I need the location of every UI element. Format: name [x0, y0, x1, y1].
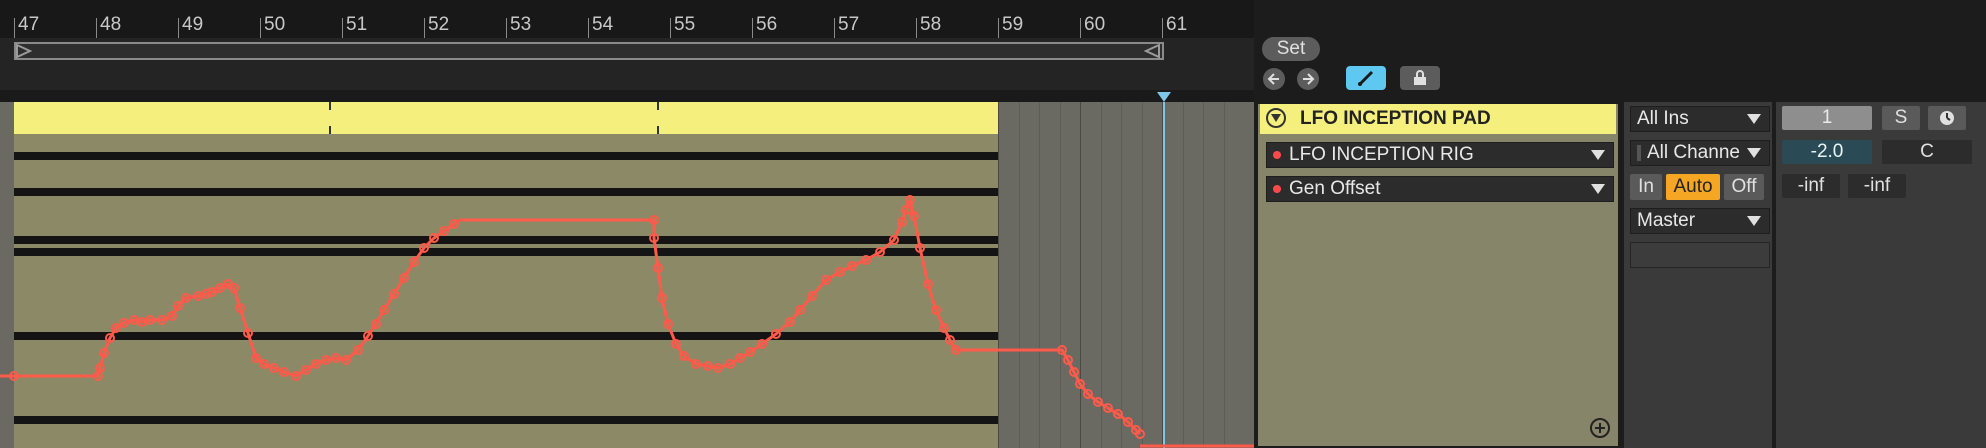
ruler-bar-number: 61: [1166, 14, 1188, 35]
automation-envelope[interactable]: [0, 102, 1254, 448]
ruler-tick: [506, 18, 507, 38]
ruler-bar-number: 57: [838, 14, 860, 35]
arrow-left-icon: [1267, 73, 1279, 85]
automation-dot-icon: [1273, 185, 1281, 193]
peak-left-display[interactable]: -inf: [1782, 174, 1840, 198]
pan-field[interactable]: C: [1882, 140, 1972, 164]
track-title-bar[interactable]: LFO INCEPTION PAD: [1260, 104, 1616, 134]
ruler-bar-number: 50: [264, 14, 286, 35]
volume-field[interactable]: -2.0: [1782, 140, 1872, 164]
ruler-bar-number: 53: [510, 14, 532, 35]
end-marker-icon[interactable]: [1157, 92, 1171, 102]
ruler-tick: [916, 18, 917, 38]
input-type-chooser[interactable]: All Ins: [1630, 106, 1770, 132]
arm-button[interactable]: [1928, 106, 1966, 130]
draw-mode-button[interactable]: [1346, 66, 1386, 90]
chevron-down-icon: [1747, 148, 1761, 158]
ruler-bar-number: 47: [18, 14, 40, 35]
arrow-right-icon: [1303, 73, 1315, 85]
loop-brace-icon: [16, 43, 1160, 59]
lock-icon: [1414, 70, 1426, 85]
ruler-bar-number: 55: [674, 14, 696, 35]
ruler-tick: [96, 18, 97, 38]
add-automation-lane-button[interactable]: [1590, 418, 1610, 438]
ruler-tick: [834, 18, 835, 38]
ruler-tick: [178, 18, 179, 38]
chevron-down-icon: [1747, 114, 1761, 124]
output-label: Master: [1637, 210, 1696, 231]
monitor-auto-button[interactable]: Auto: [1666, 174, 1720, 200]
fold-track-button[interactable]: [1266, 108, 1286, 128]
output-channel-chooser[interactable]: [1630, 242, 1770, 268]
draw-mode-icon: [1358, 70, 1374, 86]
solo-button[interactable]: S: [1882, 106, 1920, 130]
ruler-bar-number: 52: [428, 14, 450, 35]
ruler-tick: [342, 18, 343, 38]
ruler-tick: [752, 18, 753, 38]
ruler-tick: [1162, 18, 1163, 38]
ruler-bar-number: 56: [756, 14, 778, 35]
chevron-down-icon: [1271, 114, 1281, 122]
input-channel-label: All Channe: [1647, 142, 1740, 163]
loop-brace[interactable]: [14, 42, 1164, 60]
prev-locator-button[interactable]: [1263, 68, 1285, 90]
set-locator-button[interactable]: Set: [1262, 37, 1320, 61]
input-type-label: All Ins: [1637, 108, 1689, 129]
device-chooser[interactable]: LFO INCEPTION RIG: [1266, 142, 1614, 168]
record-clock-icon: [1940, 111, 1954, 125]
output-chooser[interactable]: Master: [1630, 208, 1770, 234]
ruler-tick: [998, 18, 999, 38]
ruler-tick: [260, 18, 261, 38]
chevron-down-icon: [1747, 216, 1761, 226]
chevron-down-icon: [1591, 184, 1605, 194]
monitor-off-button[interactable]: Off: [1724, 174, 1764, 200]
parameter-chooser-label: Gen Offset: [1289, 178, 1381, 199]
automation-breakpoints[interactable]: [9, 195, 1145, 439]
track-header[interactable]: LFO INCEPTION PAD LFO INCEPTION RIG Gen …: [1256, 102, 1620, 448]
automation-line[interactable]: [0, 195, 1142, 436]
ruler-tick: [424, 18, 425, 38]
ruler-bar-number: 48: [100, 14, 122, 35]
arrangement-track[interactable]: [0, 102, 1254, 448]
next-locator-button[interactable]: [1297, 68, 1319, 90]
ruler-tick: [1080, 18, 1081, 38]
ruler-tick: [670, 18, 671, 38]
ruler-bar-number: 59: [1002, 14, 1024, 35]
beat-ruler[interactable]: 47 48 49 50 51 52 53 54 55 56 57 58 59 60 61: [0, 0, 1254, 38]
io-section: All Ins All Channe In Auto Off Master: [1622, 102, 1772, 448]
track-activator-button[interactable]: 1: [1782, 106, 1872, 130]
ruler-bar-number: 54: [592, 14, 614, 35]
device-chooser-label: LFO INCEPTION RIG: [1289, 144, 1474, 165]
ruler-tick: [14, 18, 15, 38]
peak-right-display[interactable]: -inf: [1848, 174, 1906, 198]
ruler-bar-number: 58: [920, 14, 942, 35]
parameter-chooser[interactable]: Gen Offset: [1266, 176, 1614, 202]
automation-dot-icon: [1273, 151, 1281, 159]
mixer-section: 1 S -2.0 C -inf -inf: [1774, 102, 1986, 448]
plus-icon: [1595, 423, 1605, 433]
track-name: LFO INCEPTION PAD: [1300, 108, 1491, 129]
chevron-down-icon: [1591, 150, 1605, 160]
input-channel-chooser[interactable]: All Channe: [1630, 140, 1770, 166]
ruler-bar-number: 60: [1084, 14, 1106, 35]
channel-indicator-icon: [1637, 145, 1641, 161]
monitor-in-button[interactable]: In: [1630, 174, 1662, 200]
ruler-bar-number: 51: [346, 14, 368, 35]
lock-envelopes-button[interactable]: [1400, 66, 1440, 90]
ruler-bar-number: 49: [182, 14, 204, 35]
marker-strip: [0, 90, 1254, 102]
ruler-tick: [588, 18, 589, 38]
